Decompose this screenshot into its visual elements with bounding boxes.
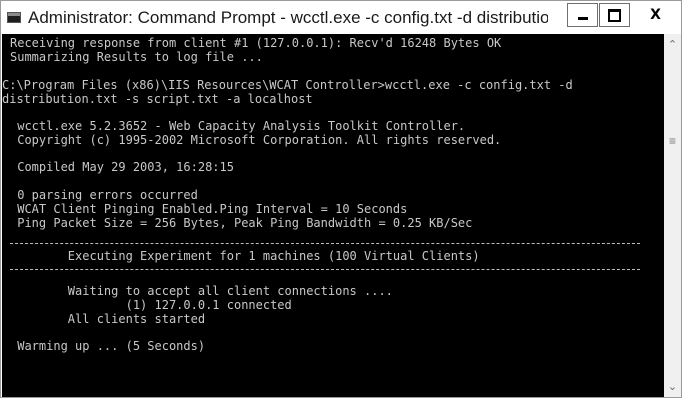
console-line: C:\Program Files (x86)\IIS Resources\WCA…	[2, 78, 573, 92]
separator-line	[10, 243, 640, 244]
chevron-up-icon[interactable]: ⌃	[664, 36, 681, 53]
console-line: Copyright (c) 1995-2002 Microsoft Corpor…	[10, 133, 502, 147]
console-line: wcctl.exe 5.2.3652 - Web Capacity Analys…	[10, 119, 466, 133]
grip-icon[interactable]: ≡	[667, 135, 678, 147]
console-line: All clients started	[10, 312, 206, 326]
minimize-icon	[577, 16, 588, 20]
close-button[interactable]: X	[631, 3, 680, 27]
separator-line	[10, 269, 640, 270]
console-line: WCAT Client Pinging Enabled.Ping Interva…	[10, 202, 408, 216]
console-line: Receiving response from client #1 (127.0…	[10, 36, 502, 50]
vertical-scrollbar[interactable]: ⌃ ≡ ⌄	[664, 34, 681, 397]
console-line: Summarizing Results to log file ...	[10, 50, 263, 64]
console-line: (1) 127.0.0.1 connected	[10, 298, 292, 312]
console-line: Executing Experiment for 1 machines (100…	[10, 249, 480, 263]
window-title: Administrator: Command Prompt - wcctl.ex…	[28, 8, 548, 27]
chevron-down-icon[interactable]: ⌄	[664, 378, 681, 395]
console-line: distribution.txt -s script.txt -a localh…	[2, 92, 313, 106]
command-prompt-window: Administrator: Command Prompt - wcctl.ex…	[0, 0, 682, 398]
console-line: 0 parsing errors occurred	[10, 188, 198, 202]
console-line: Ping Packet Size = 256 Bytes, Peak Ping …	[10, 216, 473, 230]
console-output[interactable]: Receiving response from client #1 (127.0…	[2, 34, 664, 397]
maximize-button[interactable]	[599, 3, 630, 27]
console-line: Warming up ... (5 Seconds)	[10, 339, 206, 353]
console-app-icon[interactable]	[7, 12, 21, 23]
maximize-icon	[608, 8, 621, 22]
close-icon: X	[650, 7, 661, 23]
console-line: Compiled May 29 2003, 16:28:15	[10, 160, 234, 174]
console-line: Waiting to accept all client connections…	[10, 284, 393, 298]
minimize-button[interactable]	[567, 3, 598, 27]
title-bar[interactable]: Administrator: Command Prompt - wcctl.ex…	[1, 1, 681, 35]
